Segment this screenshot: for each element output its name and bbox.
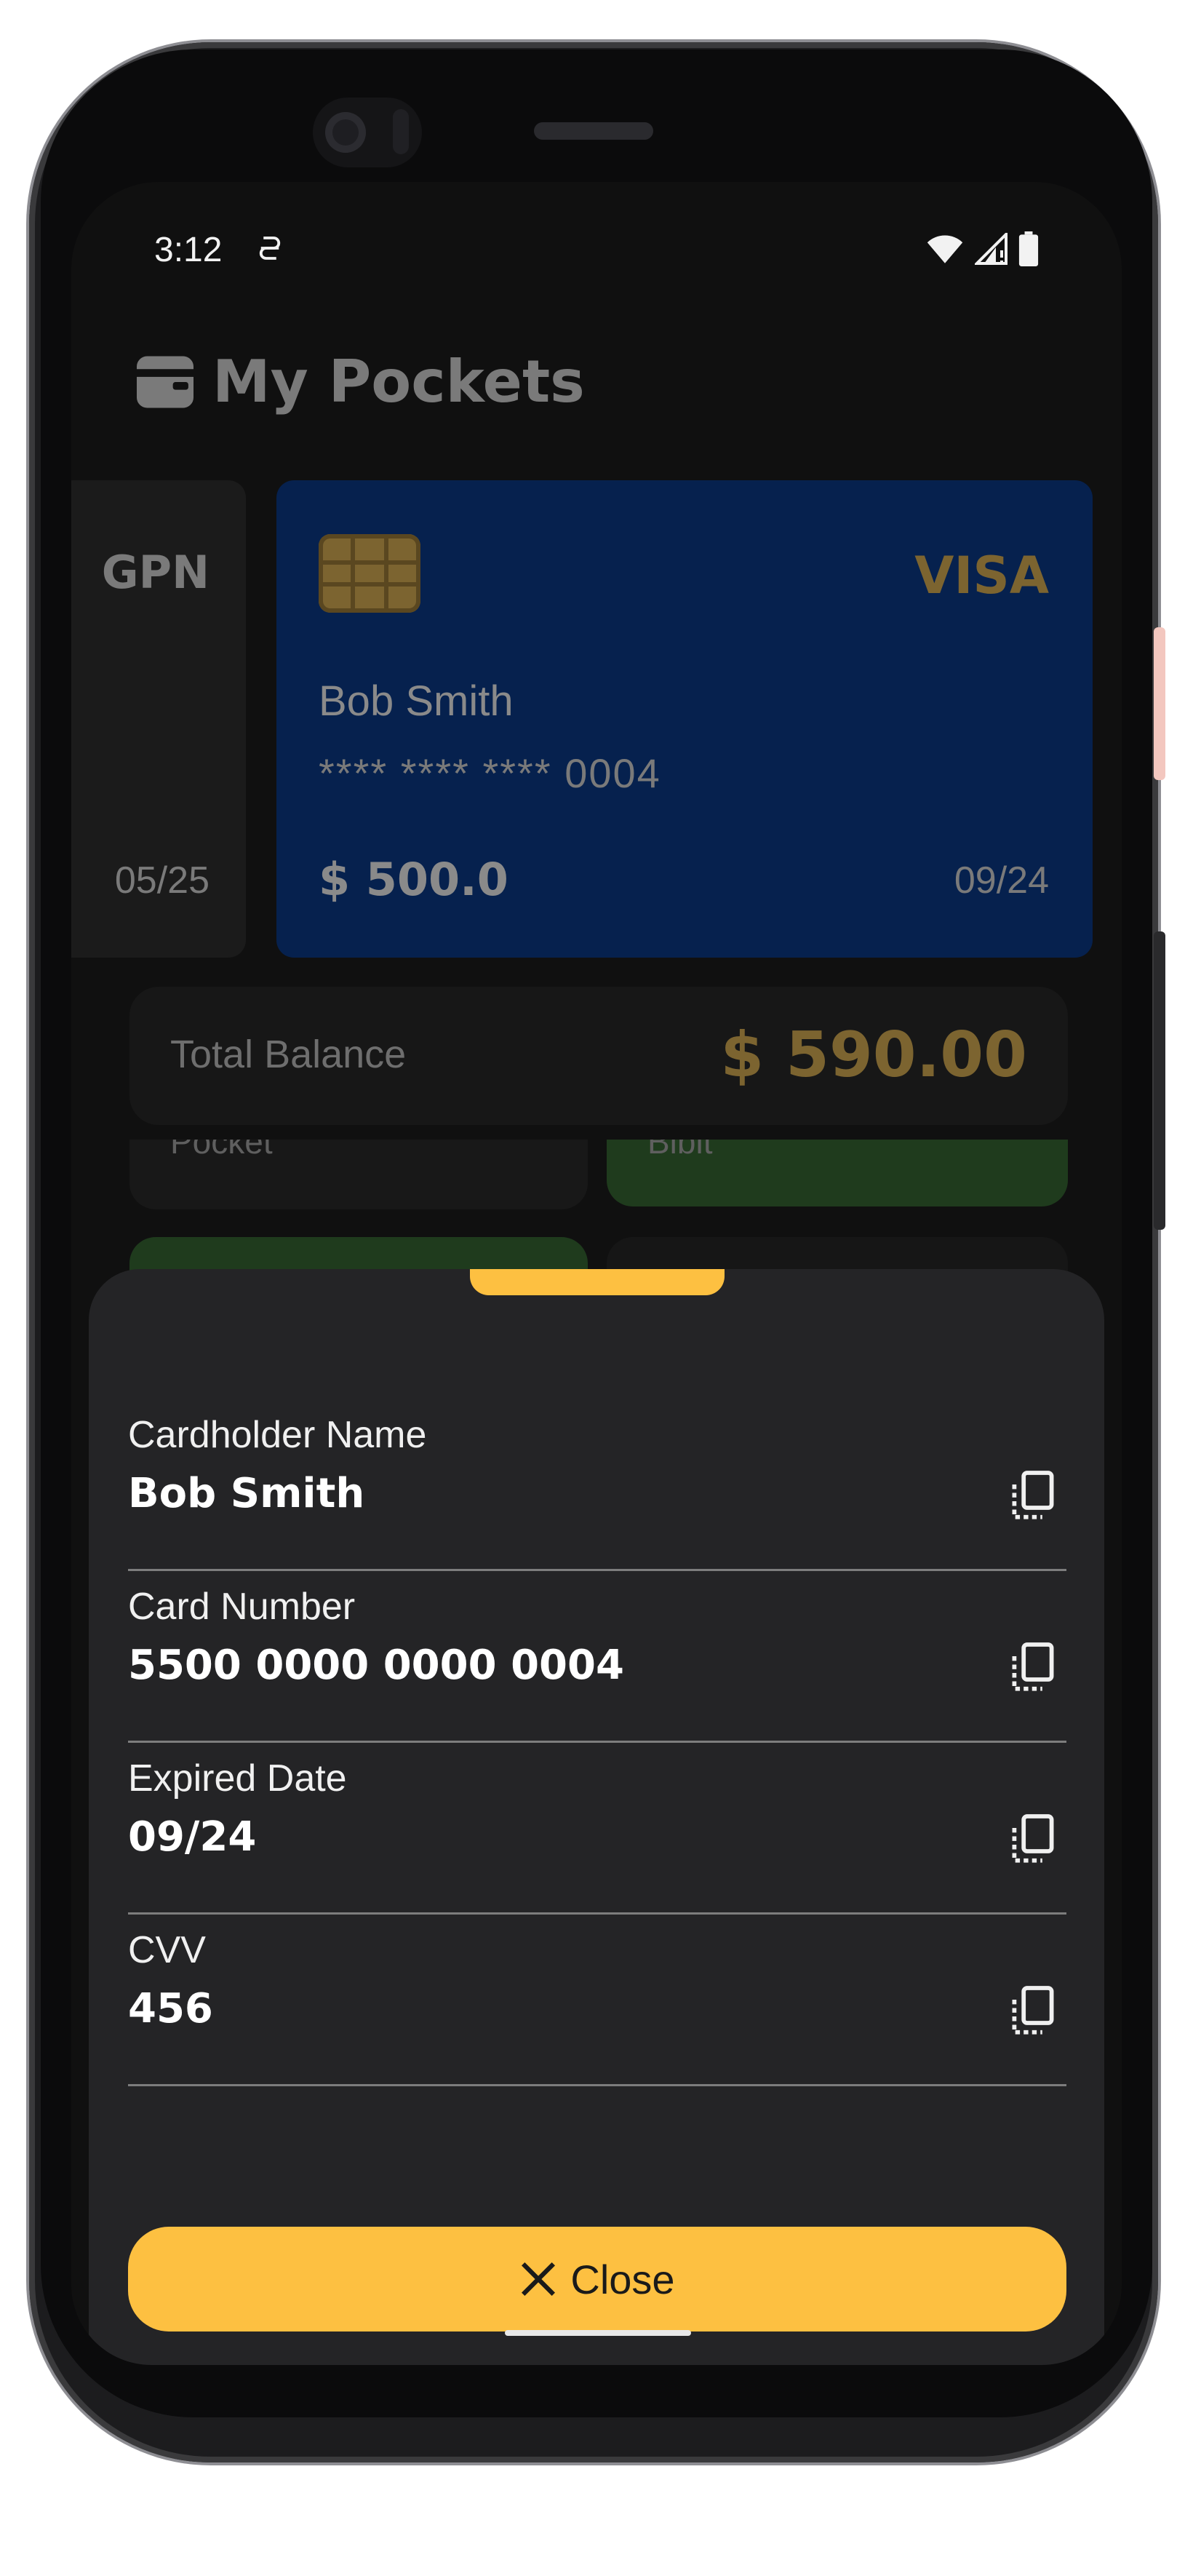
battery-icon xyxy=(1018,231,1039,266)
pocket-label: Pocket xyxy=(170,1140,273,1161)
expired-date-field: Expired Date 09/24 xyxy=(128,1757,1066,1915)
card-expiry: 05/25 xyxy=(114,859,210,902)
sheet-drag-handle[interactable] xyxy=(470,1269,725,1295)
field-value: 09/24 xyxy=(128,1813,257,1861)
wifi-icon xyxy=(927,235,963,263)
card-chip-icon xyxy=(319,534,420,613)
wallet-icon xyxy=(137,356,193,408)
card-number-masked: **** **** **** 0004 xyxy=(319,750,661,796)
copy-icon[interactable] xyxy=(1005,1640,1061,1696)
status-time: 3:12 xyxy=(154,231,223,269)
total-balance-label: Total Balance xyxy=(170,1033,407,1076)
card-balance: $ 500.0 xyxy=(319,853,508,906)
card-visa[interactable]: VISA Bob Smith **** **** **** 0004 $ 500… xyxy=(276,480,1093,958)
total-balance-panel: Total Balance $ 590.00 xyxy=(129,987,1068,1125)
field-value: 456 xyxy=(128,1985,213,2032)
card-brand: VISA xyxy=(914,546,1049,605)
cellular-signal-icon xyxy=(975,233,1008,265)
copy-icon[interactable] xyxy=(1005,1468,1061,1524)
field-value: Bob Smith xyxy=(128,1470,365,1517)
field-value: 5500 0000 0000 0004 xyxy=(128,1642,624,1689)
proximity-sensor xyxy=(393,109,409,154)
copy-icon[interactable] xyxy=(1005,1984,1061,2039)
volume-button xyxy=(1154,931,1165,1230)
earpiece-speaker xyxy=(534,122,653,140)
total-balance-value: $ 590.00 xyxy=(720,1019,1027,1092)
card-details-sheet: Cardholder Name Bob Smith Card Number 55… xyxy=(89,1269,1104,2365)
camera-lens-icon xyxy=(325,112,366,153)
card-number-field: Card Number 5500 0000 0000 0004 xyxy=(128,1585,1066,1743)
field-label: CVV xyxy=(128,1929,206,1971)
card-expiry: 09/24 xyxy=(954,859,1049,902)
gesture-navigation-bar[interactable] xyxy=(505,2330,691,2336)
card-holder: Bob Smith xyxy=(319,677,514,725)
pocket-tile[interactable]: Pocket xyxy=(129,1140,588,1209)
copy-icon[interactable] xyxy=(1005,1812,1061,1867)
close-label: Close xyxy=(570,2256,675,2302)
app-header: My Pockets xyxy=(134,348,585,416)
close-icon xyxy=(522,2262,556,2297)
field-label: Card Number xyxy=(128,1586,356,1628)
field-label: Cardholder Name xyxy=(128,1414,427,1456)
cardholder-name-field: Cardholder Name Bob Smith xyxy=(128,1413,1066,1571)
card-brand: GPN xyxy=(101,546,210,599)
pocket-tile[interactable]: Bibit xyxy=(607,1140,1068,1206)
field-label: Expired Date xyxy=(128,1757,347,1800)
status-icons xyxy=(925,231,1039,266)
card-gpn[interactable]: GPN 05/25 xyxy=(71,480,246,958)
page-title: My Pockets xyxy=(212,348,585,416)
screen: 3:12 My Pockets GPN 05/25 VISA Bob Smith… xyxy=(71,182,1122,2365)
vpn-key-icon xyxy=(259,236,281,260)
power-button xyxy=(1154,627,1165,780)
cvv-field: CVV 456 xyxy=(128,1928,1066,2086)
close-button[interactable]: Close xyxy=(128,2227,1066,2331)
pocket-label: Bibit xyxy=(647,1140,713,1161)
